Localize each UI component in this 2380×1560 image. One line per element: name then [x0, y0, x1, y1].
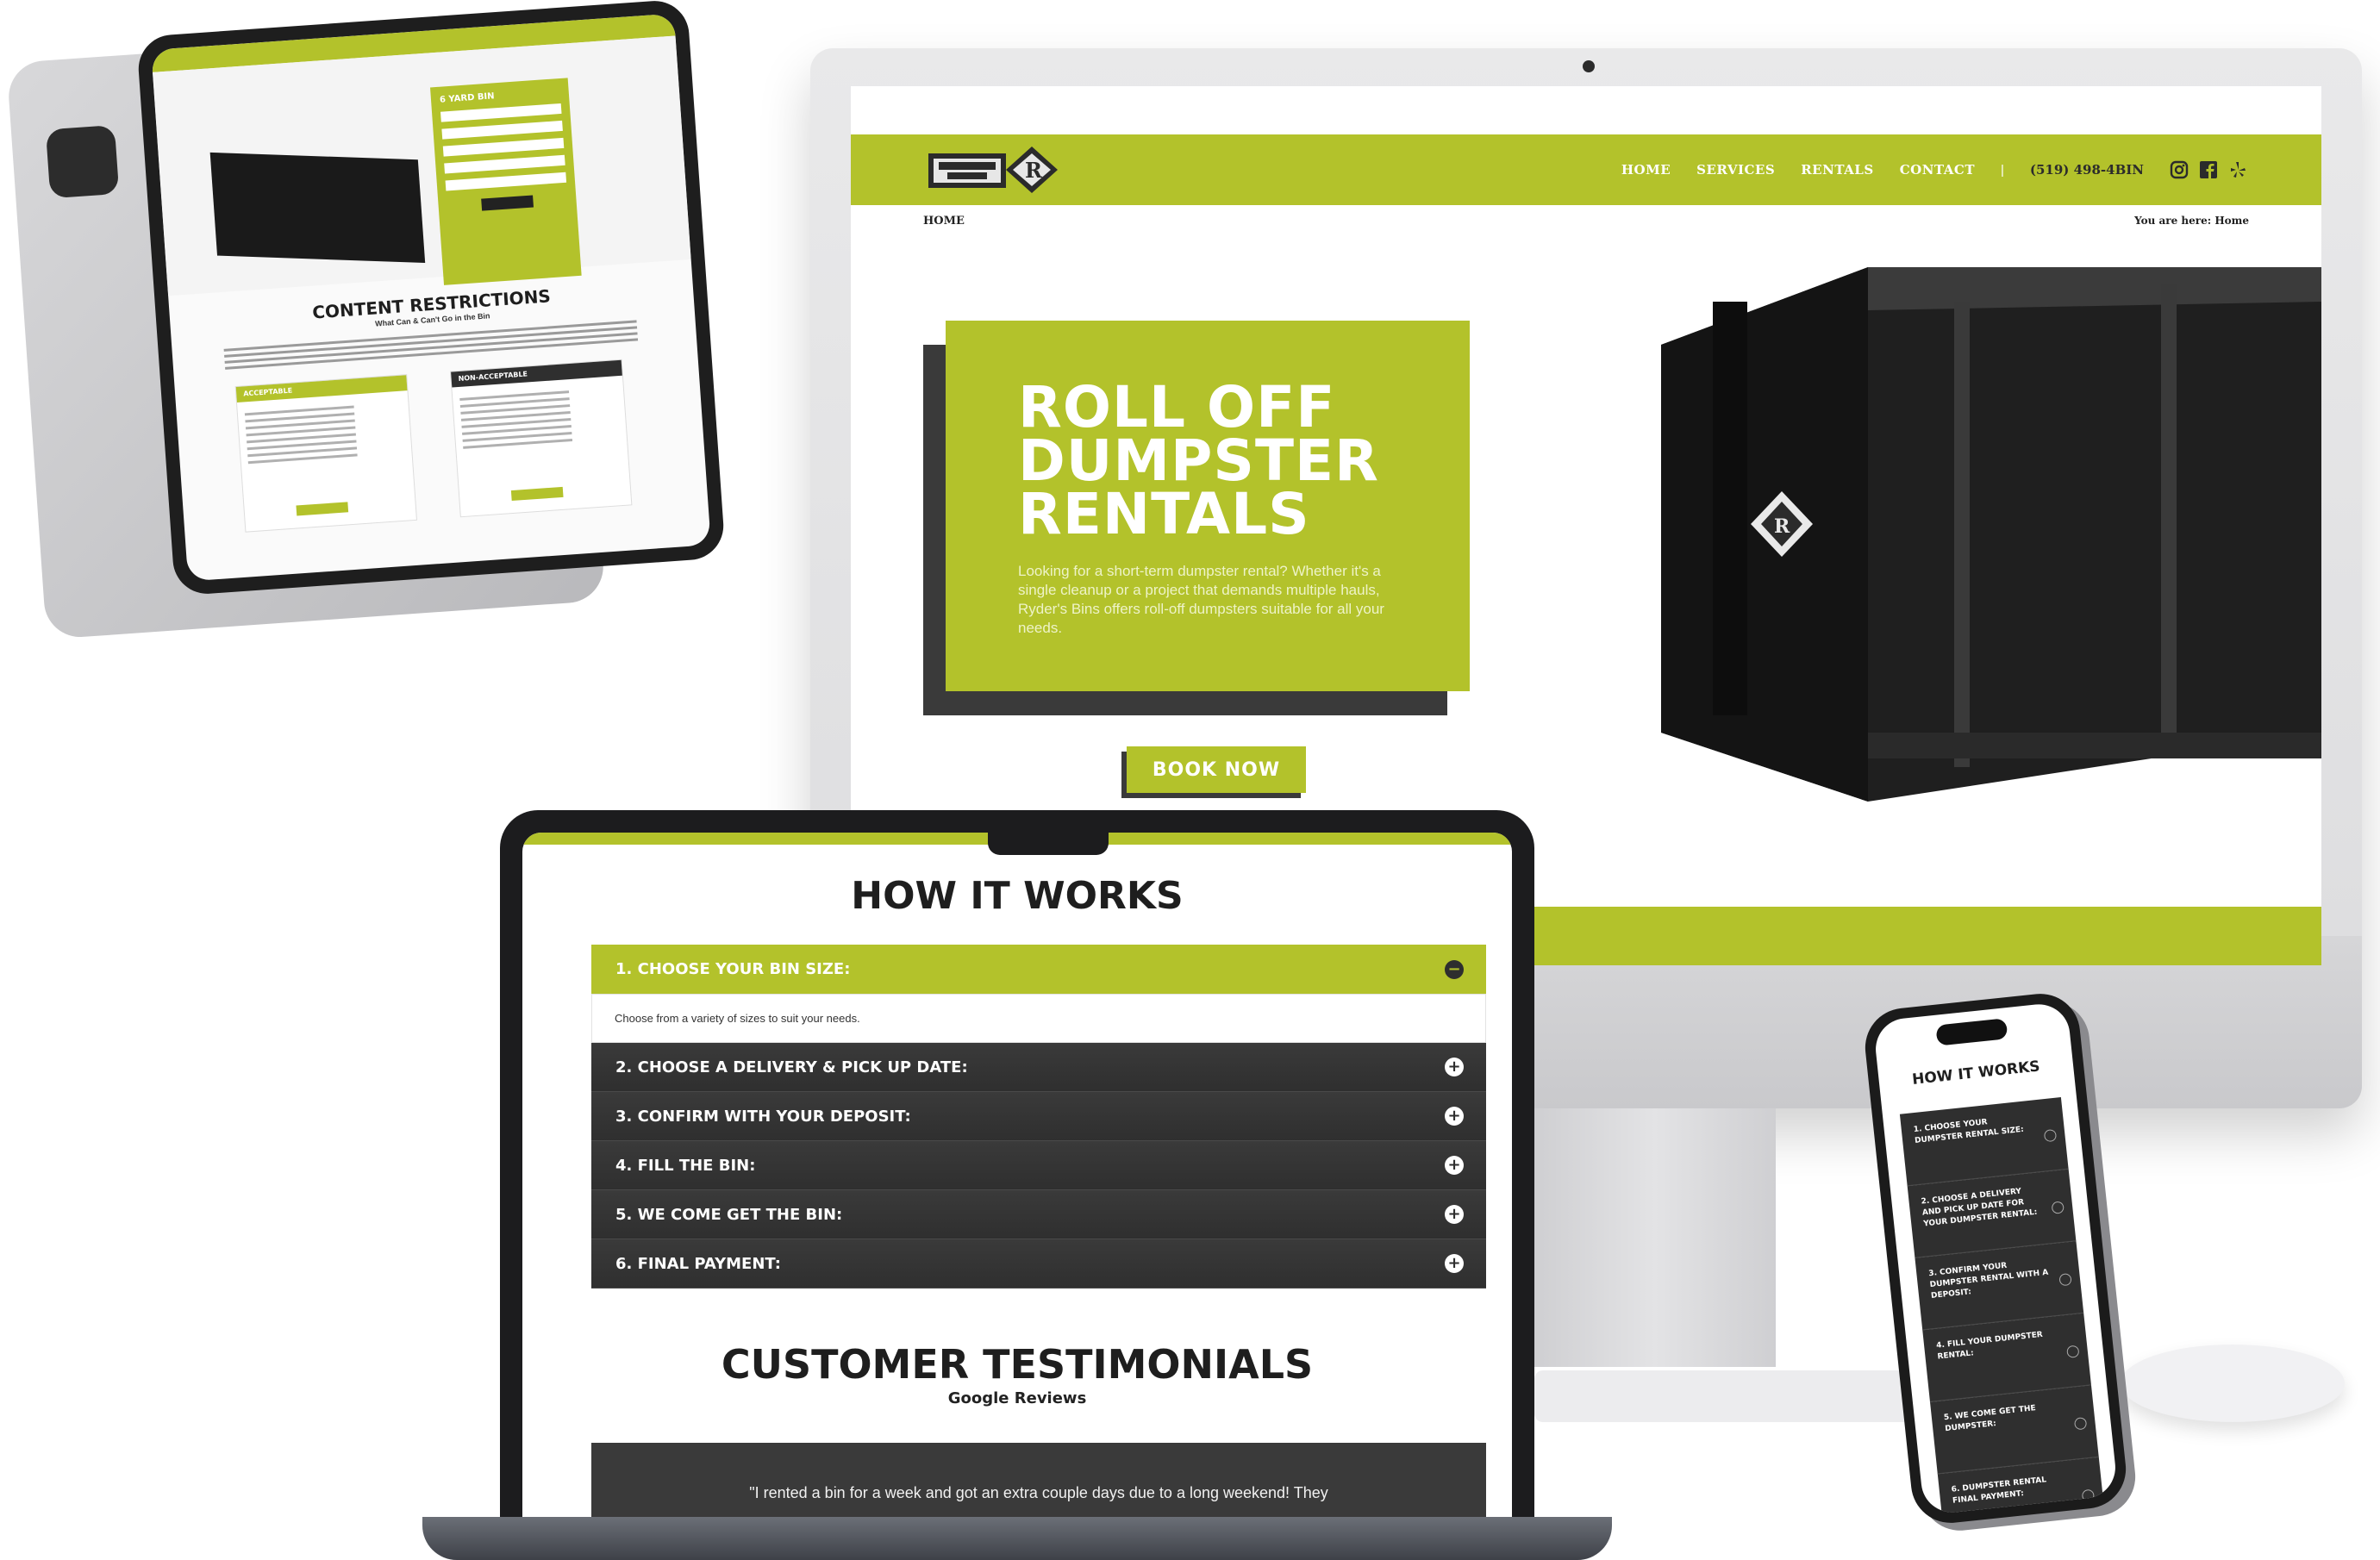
nav-links: HOME SERVICES RENTALS CONTACT | (519) 49…	[1621, 134, 2247, 205]
expand-icon[interactable]: +	[1445, 1205, 1464, 1224]
tablet-device: 6 YARD BIN CONTENT RESTRICTIONS What Can…	[136, 0, 726, 596]
svg-text:R: R	[1025, 158, 1043, 183]
expand-icon[interactable]: +	[1445, 1156, 1464, 1175]
nav-rentals[interactable]: RENTALS	[1801, 162, 1873, 178]
expand-icon[interactable]: +	[1445, 1107, 1464, 1126]
expand-icon[interactable]: +	[1445, 1058, 1464, 1076]
accordion-step-1-body: Choose from a variety of sizes to suit y…	[591, 994, 1486, 1043]
accordion-step-5[interactable]: 5. WE COME GET THE BIN: +	[591, 1190, 1486, 1239]
tablet-bin-image	[209, 152, 426, 263]
testimonial-quote: "I rented a bin for a week and got an ex…	[749, 1484, 1328, 1501]
tablet-book-button[interactable]	[481, 195, 534, 211]
tablet-form-field[interactable]	[440, 103, 562, 122]
phone-step-label: 5. WE COME GET THE DUMPSTER:	[1943, 1404, 2037, 1434]
phone-screen: HOW IT WORKS 1. CHOOSE YOUR DUMPSTER REN…	[1872, 1001, 2119, 1516]
tablet-booking-form: 6 YARD BIN	[430, 78, 582, 285]
expand-icon[interactable]: +	[1445, 1254, 1464, 1273]
testimonials-title: CUSTOMER TESTIMONIALS	[721, 1341, 1314, 1388]
nav-contact[interactable]: CONTACT	[1900, 162, 1975, 178]
tablet-form-field[interactable]	[445, 172, 567, 191]
dumpster-image: R	[1661, 267, 2321, 802]
collapse-icon[interactable]: −	[1445, 959, 1464, 979]
laptop-notch	[988, 833, 1109, 855]
phone-step-label: 1. CHOOSE YOUR DUMPSTER RENTAL SIZE:	[1913, 1118, 2025, 1146]
mouse	[2121, 1345, 2345, 1422]
accordion-step-label: 1. CHOOSE YOUR BIN SIZE:	[615, 960, 851, 978]
tablet-hero: 6 YARD BIN	[152, 35, 691, 296]
you-are-here: You are here: Home	[2134, 215, 2249, 227]
how-it-works-title: HOW IT WORKS	[851, 874, 1184, 918]
nav-separator: |	[2000, 162, 2004, 178]
book-now-button[interactable]: BOOK NOW	[1127, 746, 1306, 793]
ryders-bins-logo[interactable]: R	[927, 143, 1065, 197]
tablet-form-title: 6 YARD BIN	[439, 91, 495, 105]
phone-steps-list: 1. CHOOSE YOUR DUMPSTER RENTAL SIZE: 2. …	[1899, 1097, 2107, 1516]
instagram-icon[interactable]	[2170, 160, 2189, 179]
tablet-screen: 6 YARD BIN CONTENT RESTRICTIONS What Can…	[151, 13, 711, 582]
phone-step-label: 4. FILL YOUR DUMPSTER RENTAL:	[1935, 1330, 2044, 1362]
accordion-step-label: 2. CHOOSE A DELIVERY & PICK UP DATE:	[615, 1058, 968, 1076]
hero-subtitle: Looking for a short-term dumpster rental…	[1018, 563, 1384, 636]
breadcrumb-row: HOME You are here: Home	[851, 205, 2321, 234]
testimonial-card: "I rented a bin for a week and got an ex…	[591, 1443, 1486, 1517]
phone-dynamic-island	[1935, 1018, 2008, 1046]
svg-text:R: R	[1774, 515, 1790, 538]
nav-phone-number[interactable]: (519) 498-4BIN	[2030, 162, 2144, 178]
tablet-learn-more-button[interactable]	[296, 502, 349, 516]
expand-icon[interactable]	[2081, 1488, 2096, 1502]
how-it-works-accordion: 1. CHOOSE YOUR BIN SIZE: − Choose from a…	[591, 945, 1486, 1289]
expand-icon[interactable]	[2058, 1272, 2072, 1287]
monitor-stand	[1534, 1108, 1776, 1367]
hero-box: ROLL OFF DUMPSTER RENTALS Looking for a …	[946, 321, 1470, 691]
phone-how-it-works-title: HOW IT WORKS	[1911, 1058, 2041, 1089]
expand-icon[interactable]	[2073, 1417, 2088, 1431]
accordion-step-label: 5. WE COME GET THE BIN:	[615, 1205, 843, 1224]
expand-icon[interactable]	[2043, 1128, 2058, 1143]
phone-step-label: 3. CONFIRM YOUR DUMPSTER RENTAL WITH A D…	[1927, 1261, 2049, 1301]
hero-title: ROLL OFF DUMPSTER RENTALS	[1018, 374, 1379, 547]
expand-icon[interactable]	[2051, 1201, 2065, 1214]
tablet-acceptable-column: ACCEPTABLE	[234, 374, 418, 533]
nav-services[interactable]: SERVICES	[1696, 162, 1775, 178]
testimonials-subtitle: Google Reviews	[947, 1389, 1087, 1407]
yelp-icon[interactable]	[2228, 160, 2247, 179]
main-nav-bar: R HOME SERVICES RENTALS CONTACT | (519) …	[851, 134, 2321, 205]
tablet-camera	[45, 124, 120, 199]
laptop-screen: HOW IT WORKS 1. CHOOSE YOUR BIN SIZE: − …	[522, 833, 1512, 1517]
facebook-icon[interactable]	[2199, 160, 2218, 179]
tablet-form-field[interactable]	[442, 137, 565, 157]
breadcrumb[interactable]: HOME	[923, 215, 965, 228]
laptop-device: HOW IT WORKS 1. CHOOSE YOUR BIN SIZE: − …	[500, 810, 1534, 1517]
accordion-step-label: 6. FINAL PAYMENT:	[615, 1254, 781, 1273]
laptop-base	[422, 1517, 1612, 1560]
accordion-step-3[interactable]: 3. CONFIRM WITH YOUR DEPOSIT: +	[591, 1092, 1486, 1141]
monitor-camera	[1583, 60, 1595, 72]
accordion-step-2[interactable]: 2. CHOOSE A DELIVERY & PICK UP DATE: +	[591, 1043, 1486, 1092]
expand-icon[interactable]	[2066, 1345, 2080, 1358]
tablet-learn-more-button[interactable]	[510, 486, 564, 502]
tablet-non-acceptable-column: NON-ACCEPTABLE	[450, 359, 633, 518]
phone-step-label: 6. DUMPSTER RENTAL FINAL PAYMENT:	[1951, 1476, 2047, 1506]
device-mockup-stage: R HOME SERVICES RENTALS CONTACT | (519) …	[0, 0, 2380, 1560]
social-links	[2170, 160, 2247, 179]
tablet-form-field[interactable]	[441, 120, 563, 140]
phone-step-label: 2. CHOOSE A DELIVERY AND PICK UP DATE FO…	[1921, 1187, 2038, 1229]
accordion-step-6[interactable]: 6. FINAL PAYMENT: +	[591, 1239, 1486, 1289]
accordion-step-4[interactable]: 4. FILL THE BIN: +	[591, 1141, 1486, 1190]
accordion-step-label: 3. CONFIRM WITH YOUR DEPOSIT:	[615, 1107, 911, 1126]
accordion-step-label: 4. FILL THE BIN:	[615, 1156, 756, 1175]
nav-home[interactable]: HOME	[1621, 162, 1671, 178]
tablet-form-field[interactable]	[444, 154, 565, 174]
accordion-step-1[interactable]: 1. CHOOSE YOUR BIN SIZE: −	[591, 945, 1486, 994]
